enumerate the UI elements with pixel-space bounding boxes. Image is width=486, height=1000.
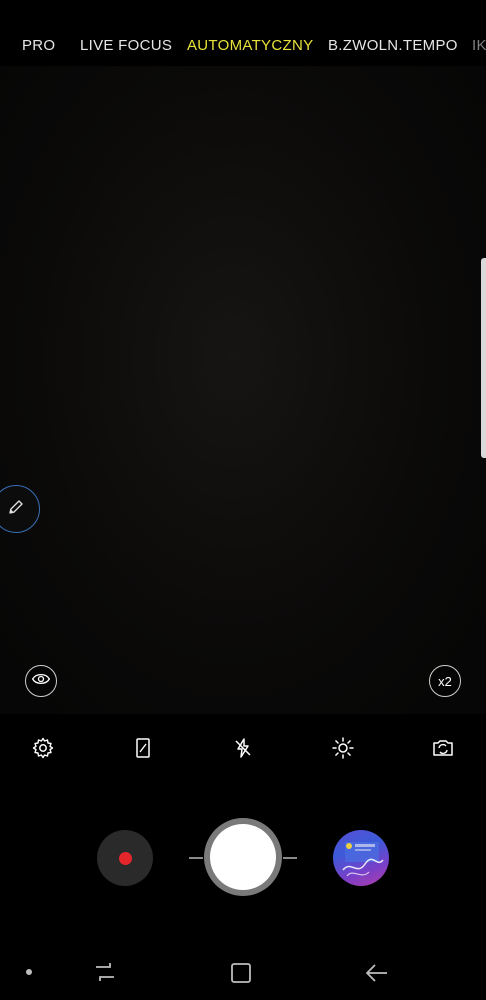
bixby-vision-button[interactable]	[25, 665, 57, 697]
shutter-inner	[210, 824, 276, 890]
camera-viewfinder[interactable]	[0, 66, 486, 714]
brightness-icon[interactable]	[331, 736, 355, 760]
zoom-button[interactable]: x2	[429, 665, 461, 697]
pencil-icon	[7, 498, 25, 521]
zoom-label: x2	[438, 673, 452, 689]
gear-icon[interactable]	[31, 736, 55, 760]
shutter-guide-left	[189, 857, 203, 859]
mode-selector: PRO LIVE FOCUS AUTOMATYCZNY B.ZWOLN.TEMP…	[0, 0, 486, 66]
record-dot-icon	[118, 851, 132, 865]
record-video-button[interactable]	[97, 830, 153, 886]
switch-camera-icon[interactable]	[431, 736, 455, 760]
back-icon[interactable]	[365, 962, 389, 989]
mode-live-focus[interactable]: LIVE FOCUS	[80, 37, 172, 54]
home-icon[interactable]	[230, 962, 252, 989]
dot-indicator-icon	[26, 969, 32, 975]
gallery-thumbnail[interactable]	[333, 830, 389, 886]
shutter-guide-right	[283, 857, 297, 859]
shutter-button[interactable]	[204, 818, 282, 896]
eye-icon	[31, 672, 51, 691]
aspect-ratio-icon[interactable]	[131, 736, 155, 760]
gallery-thumbnail-image	[342, 842, 384, 877]
recent-apps-icon[interactable]	[93, 961, 117, 988]
mode-pro[interactable]: PRO	[22, 37, 55, 54]
mode-automatic[interactable]: AUTOMATYCZNY	[187, 37, 313, 54]
edge-panel-handle[interactable]	[481, 258, 486, 458]
camera-toolbar	[0, 714, 486, 780]
mode-partial[interactable]: IK	[472, 37, 486, 54]
flash-off-icon[interactable]	[231, 736, 255, 760]
mode-slow-motion[interactable]: B.ZWOLN.TEMPO	[328, 37, 458, 54]
system-navbar	[0, 945, 486, 1000]
